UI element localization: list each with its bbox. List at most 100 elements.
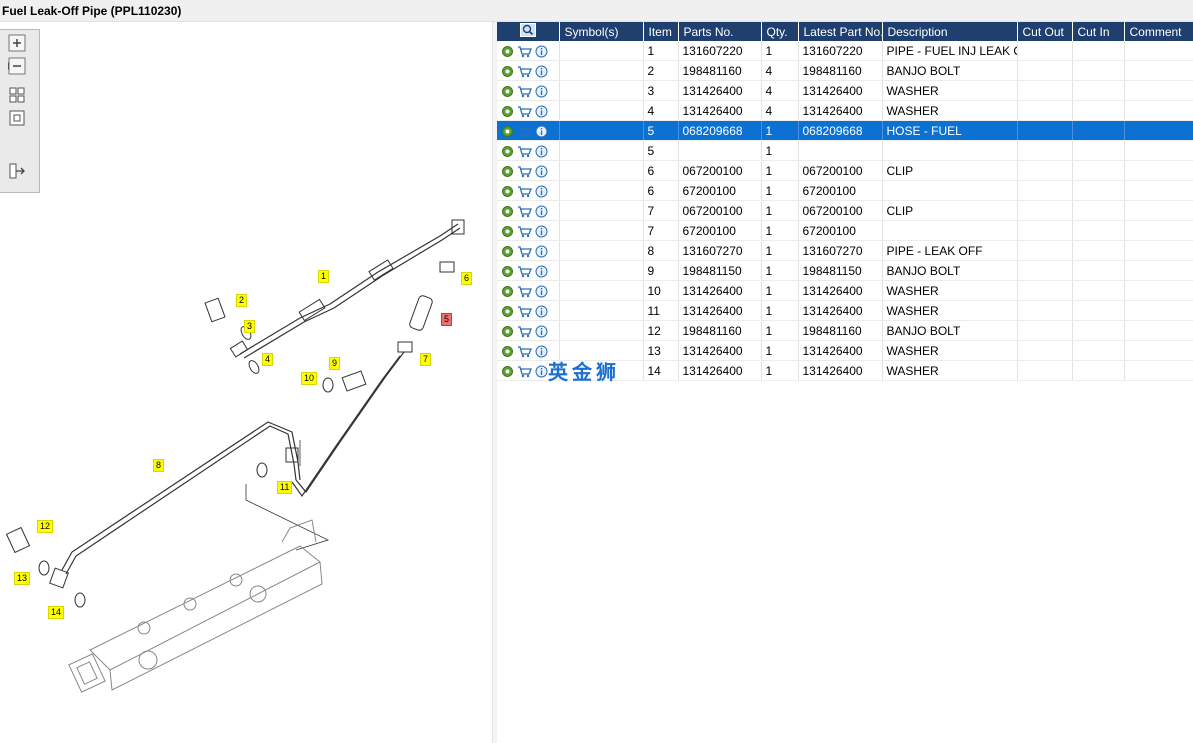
search-icon[interactable]	[519, 23, 536, 37]
cart-icon[interactable]	[517, 45, 532, 58]
gear-icon[interactable]	[501, 245, 514, 258]
table-row[interactable]: 10 131426400 1 131426400 WASHER	[497, 280, 1193, 301]
info-icon[interactable]	[535, 345, 548, 358]
info-icon[interactable]	[535, 185, 548, 198]
gear-icon[interactable]	[501, 165, 514, 178]
info-icon[interactable]	[535, 125, 548, 138]
info-icon[interactable]	[535, 105, 548, 118]
table-row[interactable]: 6 067200100 1 067200100 CLIP	[497, 160, 1193, 181]
gear-icon[interactable]	[501, 325, 514, 338]
zoom-out-icon[interactable]	[8, 57, 26, 75]
table-row[interactable]: 51	[497, 140, 1193, 161]
cart-icon[interactable]	[517, 285, 532, 298]
info-icon[interactable]	[535, 245, 548, 258]
info-icon[interactable]	[535, 365, 548, 378]
info-icon[interactable]	[535, 305, 548, 318]
gear-icon[interactable]	[501, 125, 514, 138]
info-icon[interactable]	[535, 45, 548, 58]
info-icon[interactable]	[535, 65, 548, 78]
cell-comment	[1124, 280, 1193, 301]
table-row[interactable]: 7 67200100 1 67200100	[497, 220, 1193, 241]
table-row[interactable]: 5 068209668 1 068209668 HOSE - FUEL	[497, 120, 1193, 141]
cart-icon[interactable]	[517, 265, 532, 278]
callout-3[interactable]: 3	[244, 320, 256, 333]
cart-icon[interactable]	[517, 165, 532, 178]
gear-icon[interactable]	[501, 145, 514, 158]
info-icon[interactable]	[535, 225, 548, 238]
info-icon[interactable]	[535, 205, 548, 218]
callout-11[interactable]: 11	[277, 481, 293, 494]
fit-all-icon[interactable]	[8, 86, 26, 104]
column-header-latest-part-no[interactable]: Latest Part No.	[798, 22, 883, 41]
callout-10[interactable]: 10	[301, 372, 318, 385]
cart-icon[interactable]	[517, 305, 532, 318]
zoom-in-icon[interactable]	[8, 34, 26, 52]
info-icon[interactable]	[535, 145, 548, 158]
cart-icon[interactable]	[517, 185, 532, 198]
table-row[interactable]: 7 067200100 1 067200100 CLIP	[497, 200, 1193, 221]
column-header-cut-in[interactable]: Cut In	[1072, 22, 1125, 41]
info-icon[interactable]	[535, 85, 548, 98]
cart-icon[interactable]	[517, 65, 532, 78]
gear-icon[interactable]	[501, 345, 514, 358]
callout-12[interactable]: 12	[37, 520, 54, 533]
table-row[interactable]: 11 131426400 1 131426400 WASHER	[497, 300, 1193, 321]
cell-comment	[1124, 80, 1193, 101]
cart-icon[interactable]	[517, 225, 532, 238]
table-row[interactable]: 3 131426400 4 131426400 WASHER	[497, 80, 1193, 101]
info-icon[interactable]	[535, 285, 548, 298]
parts-diagram[interactable]	[0, 22, 492, 743]
column-header-description[interactable]: Description	[882, 22, 1018, 41]
column-header-cut-out[interactable]: Cut Out	[1017, 22, 1073, 41]
column-header-comment[interactable]: Comment	[1124, 22, 1193, 41]
info-icon[interactable]	[535, 165, 548, 178]
gear-icon[interactable]	[501, 65, 514, 78]
find-column-header[interactable]	[497, 22, 560, 41]
table-row[interactable]: 2 198481160 4 198481160 BANJO BOLT	[497, 60, 1193, 81]
callout-7[interactable]: 7	[420, 353, 432, 366]
callout-5[interactable]: 5	[441, 313, 453, 326]
cart-icon[interactable]	[517, 145, 532, 158]
cart-icon[interactable]	[517, 85, 532, 98]
table-row[interactable]: 8 131607270 1 131607270 PIPE - LEAK OFF	[497, 240, 1193, 261]
cart-icon[interactable]	[517, 345, 532, 358]
callout-8[interactable]: 8	[153, 459, 165, 472]
callout-13[interactable]: 13	[14, 572, 31, 585]
table-row[interactable]: 4 131426400 4 131426400 WASHER	[497, 100, 1193, 121]
callout-4[interactable]: 4	[262, 353, 274, 366]
gear-icon[interactable]	[501, 225, 514, 238]
info-icon[interactable]	[535, 325, 548, 338]
callout-9[interactable]: 9	[329, 357, 341, 370]
cart-icon[interactable]	[517, 325, 532, 338]
callout-6[interactable]: 6	[461, 272, 473, 285]
table-row[interactable]: 6 67200100 1 67200100	[497, 180, 1193, 201]
table-row[interactable]: 9 198481150 1 198481150 BANJO BOLT	[497, 260, 1193, 281]
column-header-qty[interactable]: Qty.	[761, 22, 799, 41]
gear-icon[interactable]	[501, 265, 514, 278]
column-header-parts-no[interactable]: Parts No.	[678, 22, 762, 41]
export-icon[interactable]	[8, 162, 26, 180]
cart-icon[interactable]	[517, 125, 532, 138]
gear-icon[interactable]	[501, 285, 514, 298]
gear-icon[interactable]	[501, 185, 514, 198]
gear-icon[interactable]	[501, 365, 514, 378]
column-header-symbols[interactable]: Symbol(s)	[559, 22, 644, 41]
column-header-item[interactable]: Item	[643, 22, 679, 41]
callout-14[interactable]: 14	[48, 606, 65, 619]
gear-icon[interactable]	[501, 205, 514, 218]
fit-window-icon[interactable]	[8, 109, 26, 127]
cart-icon[interactable]	[517, 205, 532, 218]
info-icon[interactable]	[535, 265, 548, 278]
gear-icon[interactable]	[501, 305, 514, 318]
callout-2[interactable]: 2	[236, 294, 248, 307]
cart-icon[interactable]	[517, 245, 532, 258]
table-row[interactable]: 1 131607220 1 131607220 PIPE - FUEL INJ LEAK…	[497, 41, 1193, 61]
gear-icon[interactable]	[501, 45, 514, 58]
cart-icon[interactable]	[517, 365, 532, 378]
callout-1[interactable]: 1	[318, 270, 330, 283]
gear-icon[interactable]	[501, 85, 514, 98]
table-row[interactable]: 12 198481160 1 198481160 BANJO BOLT	[497, 320, 1193, 341]
gear-icon[interactable]	[501, 105, 514, 118]
cart-icon[interactable]	[517, 105, 532, 118]
cell-parts-no: 131607220	[678, 41, 762, 61]
